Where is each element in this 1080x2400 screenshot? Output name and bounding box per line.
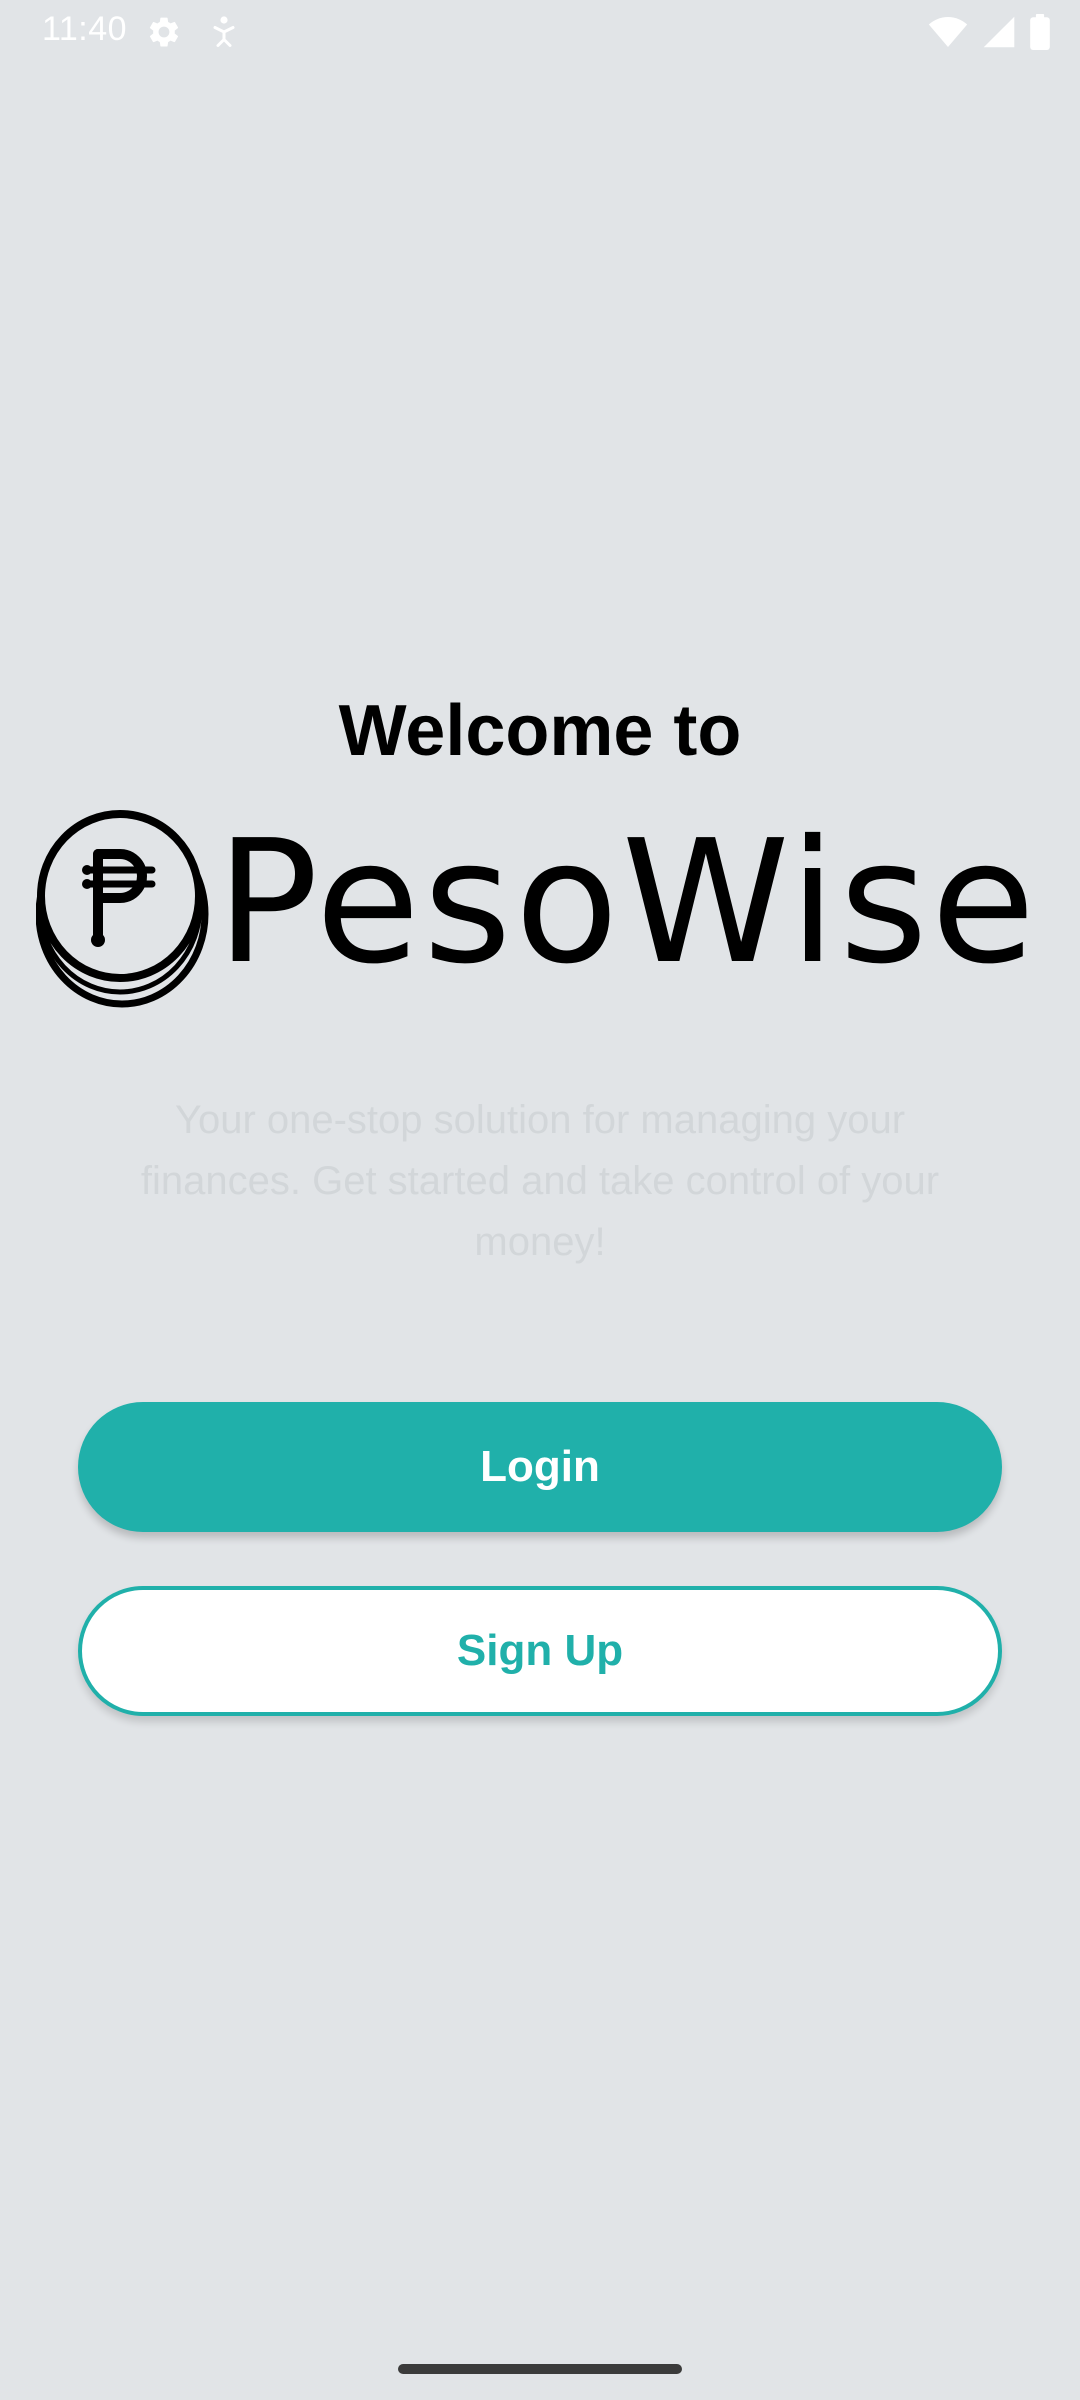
signal-icon [982, 15, 1016, 54]
status-time: 11:40 [42, 10, 128, 48]
logo-wordmark: PesoWise [216, 804, 1039, 1002]
welcome-title: Welcome to [338, 691, 742, 771]
wifi-icon [928, 15, 968, 54]
signup-button[interactable]: Sign Up [78, 1586, 1002, 1716]
peso-coin-icon [35, 810, 212, 1015]
status-bar: 11:40 [0, 0, 1080, 64]
home-indicator[interactable] [398, 2364, 682, 2374]
login-button[interactable]: Login [78, 1402, 1002, 1532]
settings-icon [146, 14, 182, 55]
battery-icon [1030, 14, 1050, 55]
tagline-text: Your one-stop solution for managing your… [140, 1098, 940, 1264]
accessibility-icon [208, 14, 240, 55]
pesowise-logo: PesoWise [35, 804, 1046, 1010]
